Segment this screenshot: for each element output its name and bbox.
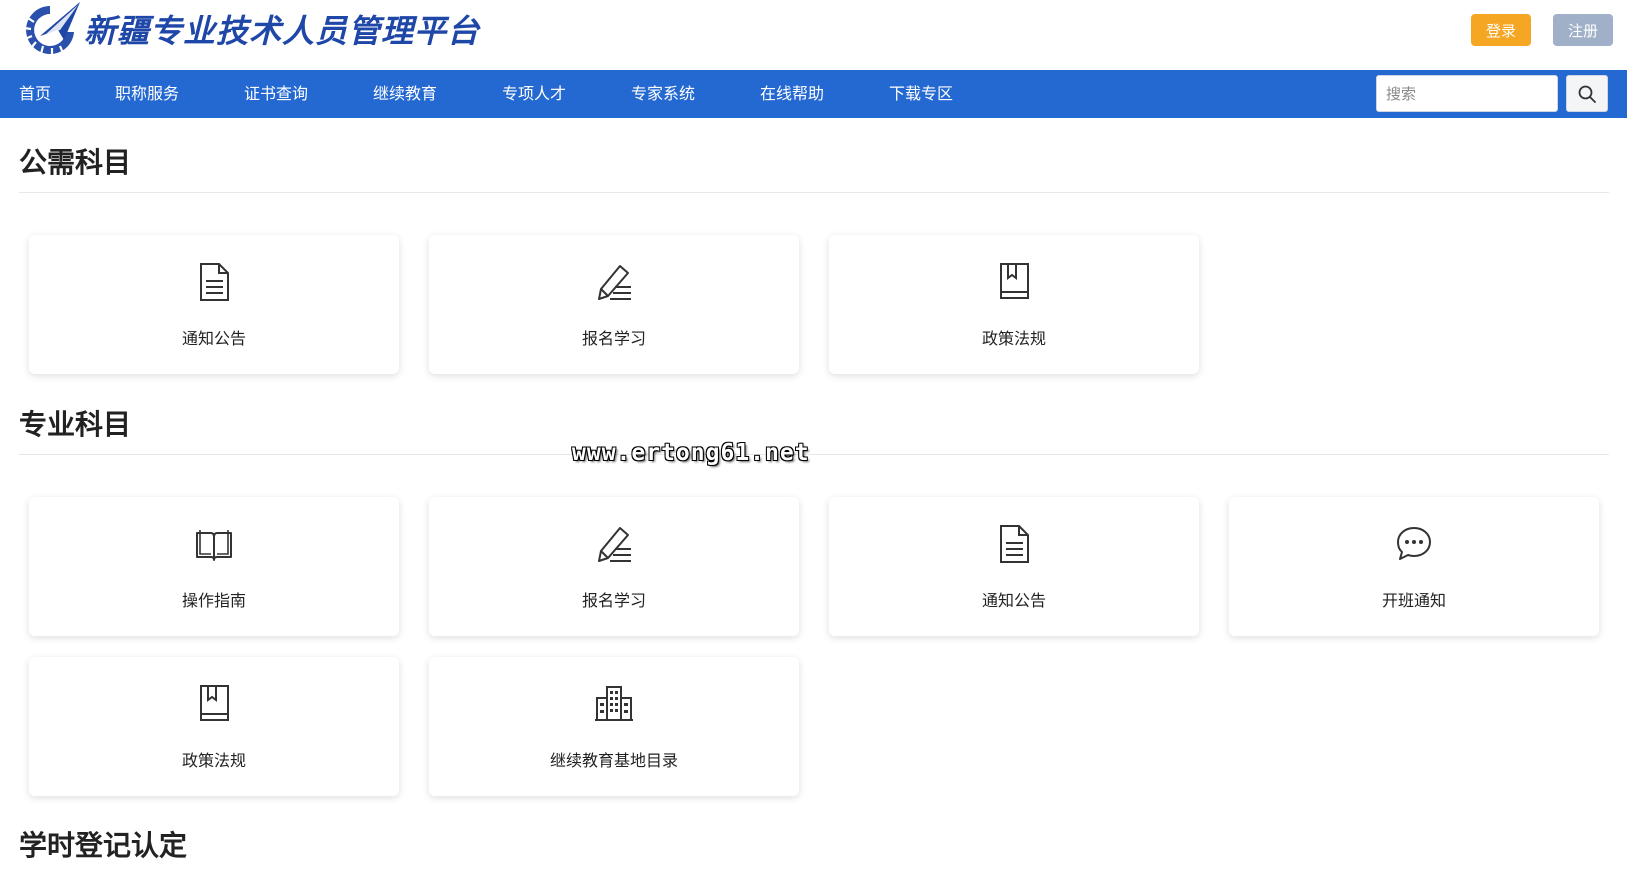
site-title: 新疆专业技术人员管理平台 <box>84 12 481 50</box>
nav-item-downloads[interactable]: 下载专区 <box>889 70 953 118</box>
card-label: 操作指南 <box>181 591 246 610</box>
card-public-policy[interactable]: 政策法规 <box>829 235 1199 374</box>
section-title-public: 公需科目 <box>19 146 132 179</box>
pen-icon <box>598 265 631 300</box>
open-book-icon <box>196 530 232 561</box>
card-label: 政策法规 <box>981 329 1046 348</box>
nav-item-online-help[interactable]: 在线帮助 <box>760 70 824 118</box>
nav-item-special-talent[interactable]: 专项人才 <box>502 70 566 118</box>
search-button[interactable] <box>1566 75 1608 112</box>
book-icon <box>200 685 229 721</box>
card-label: 开班通知 <box>1381 591 1446 610</box>
card-professional-class-notice[interactable]: 开班通知 <box>1229 497 1599 636</box>
card-professional-enroll[interactable]: 报名学习 <box>429 497 799 636</box>
card-label: 通知公告 <box>181 329 246 348</box>
site-logo[interactable]: 新疆专业技术人员管理平台 <box>20 0 480 58</box>
card-professional-guide[interactable]: 操作指南 <box>29 497 399 636</box>
site-header: 新疆专业技术人员管理平台 登录 注册 <box>0 0 1627 70</box>
logo-icon <box>23 2 80 56</box>
card-label: 通知公告 <box>981 591 1046 610</box>
pen-icon <box>598 527 631 562</box>
section-divider <box>19 454 1609 455</box>
card-label: 报名学习 <box>581 591 646 610</box>
building-icon <box>595 686 633 721</box>
nav-item-expert-system[interactable]: 专家系统 <box>631 70 695 118</box>
card-public-notice[interactable]: 通知公告 <box>29 235 399 374</box>
section-title-professional: 专业科目 <box>19 408 132 441</box>
chat-icon <box>1397 527 1431 560</box>
register-button[interactable]: 注册 <box>1553 14 1613 46</box>
search-icon <box>1578 85 1596 103</box>
card-professional-base-directory[interactable]: 继续教育基地目录 <box>429 657 799 796</box>
login-button[interactable]: 登录 <box>1471 14 1531 46</box>
document-icon <box>1000 525 1029 563</box>
section-title-study-hours: 学时登记认定 <box>19 829 188 862</box>
card-label: 政策法规 <box>181 751 246 770</box>
book-icon <box>1000 263 1029 299</box>
nav-item-certificate-query[interactable]: 证书查询 <box>244 70 308 118</box>
document-icon <box>200 263 229 301</box>
main-nav: 首页 职称服务 证书查询 继续教育 专项人才 专家系统 在线帮助 下载专区 <box>0 70 1627 118</box>
nav-item-continuing-education[interactable]: 继续教育 <box>373 70 437 118</box>
section-divider <box>19 192 1609 193</box>
search-input[interactable] <box>1376 75 1558 112</box>
card-professional-policy[interactable]: 政策法规 <box>29 657 399 796</box>
card-label: 继续教育基地目录 <box>549 751 678 770</box>
watermark: www.ertong61.net <box>572 440 810 466</box>
card-label: 报名学习 <box>581 329 646 348</box>
card-public-enroll[interactable]: 报名学习 <box>429 235 799 374</box>
nav-item-home[interactable]: 首页 <box>19 70 51 118</box>
nav-item-title-service[interactable]: 职称服务 <box>115 70 179 118</box>
card-professional-notice[interactable]: 通知公告 <box>829 497 1199 636</box>
